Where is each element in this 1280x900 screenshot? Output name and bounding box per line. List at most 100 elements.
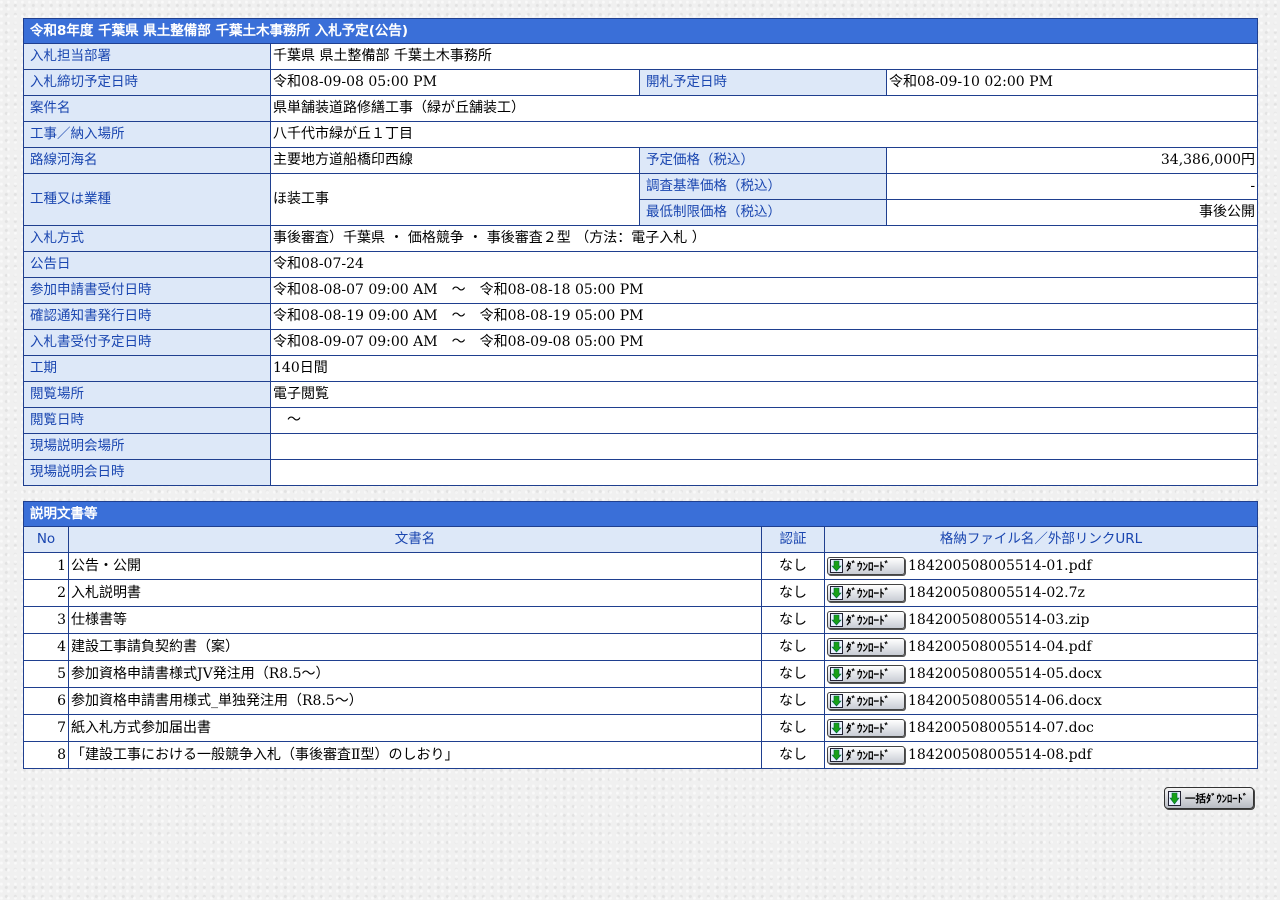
document-file-cell: ﾀﾞｳﾝﾛｰﾄﾞ 184200508005514-05.docx bbox=[824, 660, 1258, 688]
bulk-download-button[interactable]: 一括ﾀﾞｳﾝﾛｰﾄﾞ bbox=[1164, 787, 1254, 809]
document-auth: なし bbox=[761, 579, 825, 607]
download-label: ﾀﾞｳﾝﾛｰﾄﾞ bbox=[846, 695, 890, 708]
document-file-cell: ﾀﾞｳﾝﾛｰﾄﾞ 184200508005514-01.pdf bbox=[824, 552, 1258, 580]
document-row: 2 入札説明書 なし ﾀﾞｳﾝﾛｰﾄﾞ 184200508005514-02.7… bbox=[23, 579, 1258, 607]
download-label: ﾀﾞｳﾝﾛｰﾄﾞ bbox=[846, 722, 890, 735]
download-button[interactable]: ﾀﾞｳﾝﾛｰﾄﾞ bbox=[827, 611, 905, 629]
document-filename: 184200508005514-05.docx bbox=[908, 666, 1102, 682]
document-name: 建設工事請負契約書（案） bbox=[68, 633, 762, 661]
download-label: ﾀﾞｳﾝﾛｰﾄﾞ bbox=[846, 560, 890, 573]
label-application: 参加申請書受付日時 bbox=[23, 277, 271, 304]
document-name: 「建設工事における一般競争入札（事後審査Ⅱ型）のしおり」 bbox=[68, 741, 762, 769]
download-label: ﾀﾞｳﾝﾛｰﾄﾞ bbox=[846, 587, 890, 600]
document-auth: なし bbox=[761, 606, 825, 634]
value-case: 県単舗装道路修繕工事（緑が丘舗装工） bbox=[269, 95, 1259, 122]
download-icon bbox=[830, 748, 843, 762]
value-view-time: ～ bbox=[269, 407, 1259, 434]
document-file-cell: ﾀﾞｳﾝﾛｰﾄﾞ 184200508005514-03.zip bbox=[824, 606, 1258, 634]
download-label: ﾀﾞｳﾝﾛｰﾄﾞ bbox=[846, 668, 890, 681]
document-name: 公告・公開 bbox=[68, 552, 762, 580]
download-icon bbox=[1168, 791, 1181, 806]
documents-table: 説明文書等 No 文書名 認証 格納ファイル名／外部リンクURL 1 公告・公開… bbox=[23, 501, 1258, 769]
value-site-time bbox=[269, 459, 1259, 486]
document-file-cell: ﾀﾞｳﾝﾛｰﾄﾞ 184200508005514-06.docx bbox=[824, 687, 1258, 715]
document-auth: なし bbox=[761, 660, 825, 688]
column-header-no: No bbox=[23, 526, 69, 553]
label-min-price: 最低制限価格（税込） bbox=[639, 199, 887, 226]
document-no: 7 bbox=[23, 714, 69, 742]
label-site-time: 現場説明会日時 bbox=[23, 459, 271, 486]
download-icon bbox=[830, 559, 843, 573]
download-icon bbox=[830, 613, 843, 627]
download-icon bbox=[830, 694, 843, 708]
document-no: 3 bbox=[23, 606, 69, 634]
document-no: 8 bbox=[23, 741, 69, 769]
value-dept: 千葉県 県土整備部 千葉土木事務所 bbox=[269, 43, 1259, 70]
document-filename: 184200508005514-04.pdf bbox=[908, 639, 1092, 655]
document-auth: なし bbox=[761, 633, 825, 661]
download-button[interactable]: ﾀﾞｳﾝﾛｰﾄﾞ bbox=[827, 746, 905, 764]
value-view-place: 電子閲覧 bbox=[269, 381, 1259, 408]
document-row: 8 「建設工事における一般競争入札（事後審査Ⅱ型）のしおり」 なし ﾀﾞｳﾝﾛｰ… bbox=[23, 741, 1258, 769]
download-button[interactable]: ﾀﾞｳﾝﾛｰﾄﾞ bbox=[827, 692, 905, 710]
document-row: 3 仕様書等 なし ﾀﾞｳﾝﾛｰﾄﾞ 184200508005514-03.zi… bbox=[23, 606, 1258, 634]
label-planned-price: 予定価格（税込） bbox=[639, 147, 887, 174]
column-header-auth: 認証 bbox=[761, 526, 825, 553]
label-view-time: 閲覧日時 bbox=[23, 407, 271, 434]
label-place: 工事／納入場所 bbox=[23, 121, 271, 148]
value-opening: 令和08-09-10 02:00 PM bbox=[885, 69, 1259, 96]
label-dept: 入札担当部署 bbox=[23, 43, 271, 70]
column-header-file: 格納ファイル名／外部リンクURL bbox=[824, 526, 1258, 553]
value-confirmation: 令和08-08-19 09:00 AM ～ 令和08-08-19 05:00 P… bbox=[269, 303, 1259, 330]
documents-title: 説明文書等 bbox=[23, 501, 1258, 527]
document-filename: 184200508005514-01.pdf bbox=[908, 558, 1092, 574]
label-bid-receipt: 入札書受付予定日時 bbox=[23, 329, 271, 356]
download-label: ﾀﾞｳﾝﾛｰﾄﾞ bbox=[846, 749, 890, 762]
value-min-price: 事後公開 bbox=[885, 199, 1259, 226]
document-no: 1 bbox=[23, 552, 69, 580]
label-period: 工期 bbox=[23, 355, 271, 382]
label-confirmation: 確認通知書発行日時 bbox=[23, 303, 271, 330]
download-button[interactable]: ﾀﾞｳﾝﾛｰﾄﾞ bbox=[827, 638, 905, 656]
document-row: 7 紙入札方式参加届出書 なし ﾀﾞｳﾝﾛｰﾄﾞ 184200508005514… bbox=[23, 714, 1258, 742]
document-auth: なし bbox=[761, 741, 825, 769]
value-type: ほ装工事 bbox=[270, 173, 640, 226]
document-no: 5 bbox=[23, 660, 69, 688]
document-file-cell: ﾀﾞｳﾝﾛｰﾄﾞ 184200508005514-08.pdf bbox=[824, 741, 1258, 769]
value-planned-price: 34,386,000円 bbox=[885, 147, 1259, 174]
value-notice: 令和08-07-24 bbox=[269, 251, 1259, 278]
document-filename: 184200508005514-06.docx bbox=[908, 693, 1102, 709]
download-button[interactable]: ﾀﾞｳﾝﾛｰﾄﾞ bbox=[827, 719, 905, 737]
value-deadline: 令和08-09-08 05:00 PM bbox=[270, 69, 640, 96]
label-site-place: 現場説明会場所 bbox=[23, 433, 271, 460]
document-filename: 184200508005514-03.zip bbox=[908, 612, 1090, 628]
download-icon bbox=[830, 586, 843, 600]
label-survey-price: 調査基準価格（税込） bbox=[639, 173, 887, 200]
document-row: 5 参加資格申請書様式JV発注用（R8.5～） なし ﾀﾞｳﾝﾛｰﾄﾞ 1842… bbox=[23, 660, 1258, 688]
download-button[interactable]: ﾀﾞｳﾝﾛｰﾄﾞ bbox=[827, 665, 905, 683]
download-icon bbox=[830, 721, 843, 735]
document-name: 入札説明書 bbox=[68, 579, 762, 607]
label-notice: 公告日 bbox=[23, 251, 271, 278]
tender-info-table: 令和8年度 千葉県 県土整備部 千葉土木事務所 入札予定(公告) 入札担当部署 … bbox=[22, 18, 1259, 486]
download-icon bbox=[830, 667, 843, 681]
value-method: 事後審査）千葉県 ・ 価格競争 ・ 事後審査２型 （方法：電子入札 ） bbox=[269, 225, 1259, 252]
label-method: 入札方式 bbox=[23, 225, 271, 252]
value-bid-receipt: 令和08-09-07 09:00 AM ～ 令和08-09-08 05:00 P… bbox=[269, 329, 1259, 356]
value-period: 140日間 bbox=[269, 355, 1259, 382]
document-filename: 184200508005514-02.7z bbox=[908, 585, 1085, 601]
download-button[interactable]: ﾀﾞｳﾝﾛｰﾄﾞ bbox=[827, 584, 905, 602]
document-auth: なし bbox=[761, 687, 825, 715]
value-route: 主要地方道船橋印西線 bbox=[270, 147, 640, 174]
document-name: 仕様書等 bbox=[68, 606, 762, 634]
document-file-cell: ﾀﾞｳﾝﾛｰﾄﾞ 184200508005514-07.doc bbox=[824, 714, 1258, 742]
download-label: ﾀﾞｳﾝﾛｰﾄﾞ bbox=[846, 641, 890, 654]
value-survey-price: - bbox=[885, 173, 1259, 200]
download-button[interactable]: ﾀﾞｳﾝﾛｰﾄﾞ bbox=[827, 557, 905, 575]
label-view-place: 閲覧場所 bbox=[23, 381, 271, 408]
document-filename: 184200508005514-08.pdf bbox=[908, 747, 1092, 763]
label-case: 案件名 bbox=[23, 95, 271, 122]
download-icon bbox=[830, 640, 843, 654]
value-site-place bbox=[269, 433, 1259, 460]
document-no: 6 bbox=[23, 687, 69, 715]
